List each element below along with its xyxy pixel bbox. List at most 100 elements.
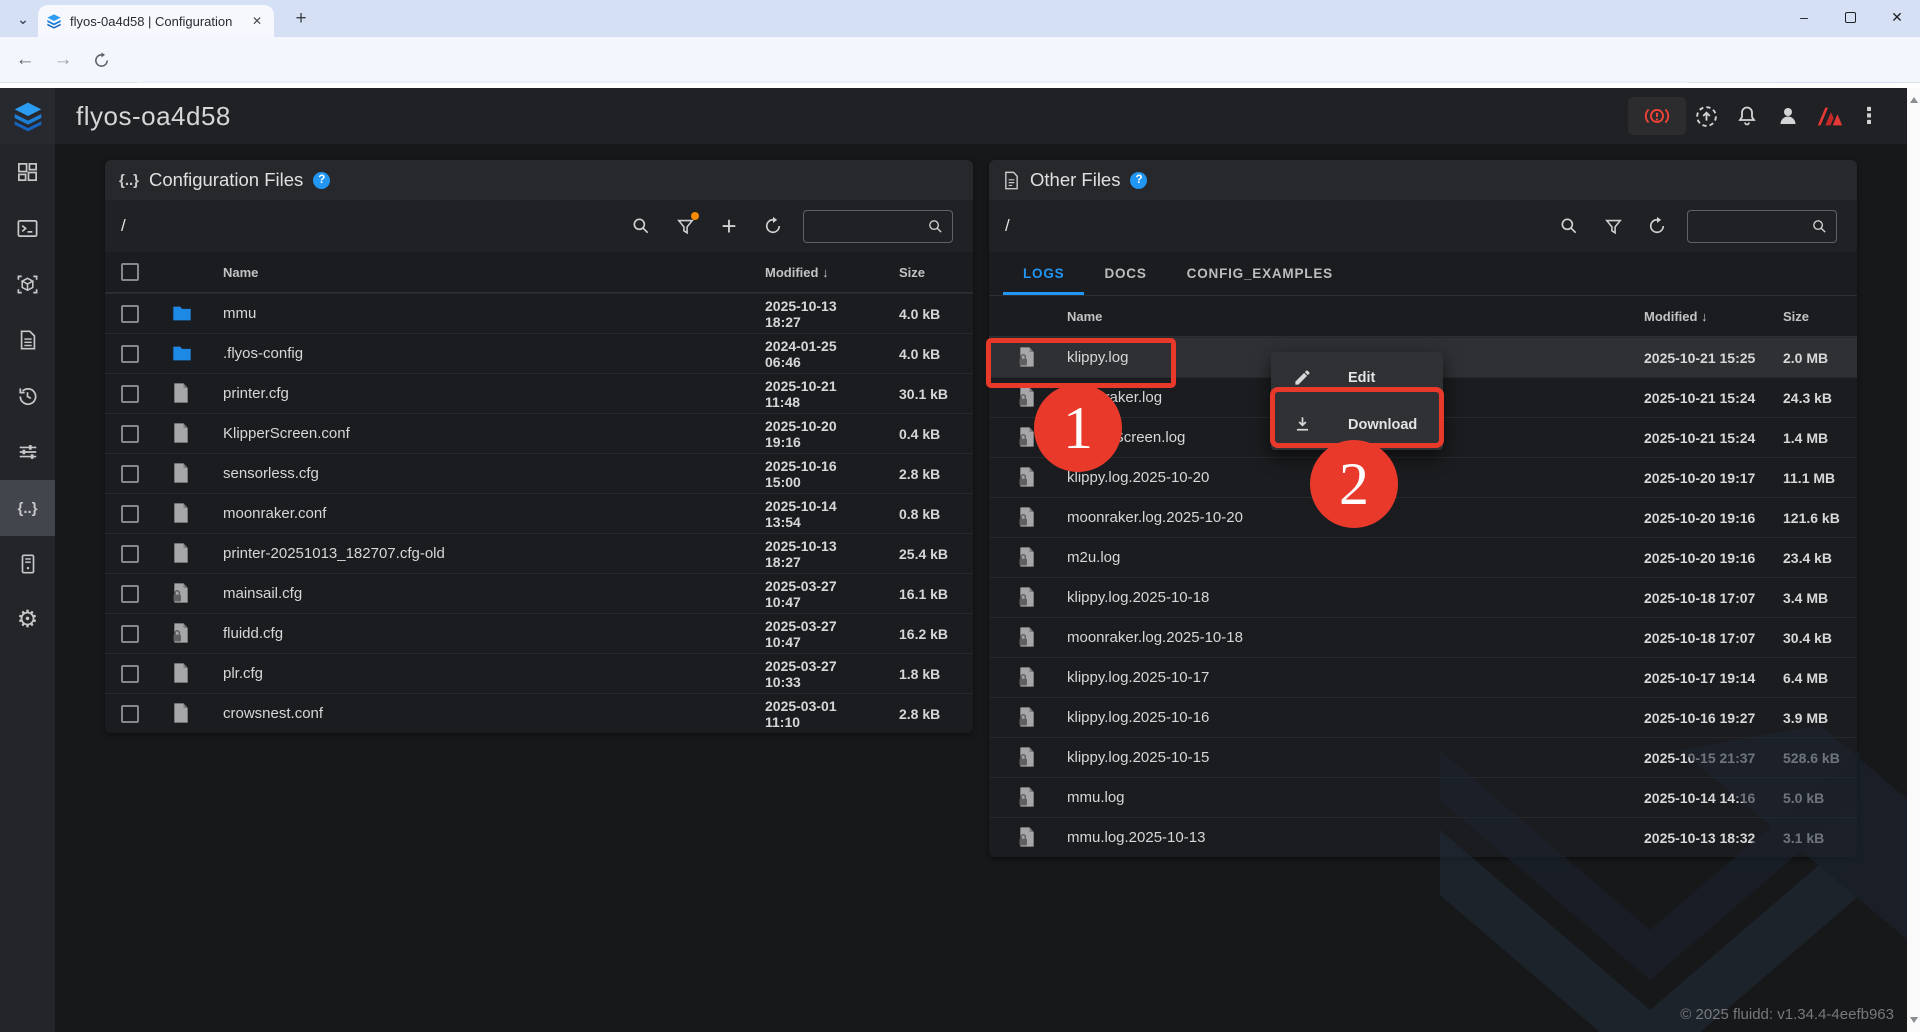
- other-files-header: Other Files ?: [989, 160, 1857, 200]
- bell-icon: [1735, 104, 1759, 128]
- tab-logs[interactable]: LOGS: [1003, 251, 1084, 295]
- file-modified: 2025-10-14 13:54: [765, 498, 875, 530]
- table-row[interactable]: klippy.log.2025-10-20 2025-10-20 19:17 1…: [989, 457, 1857, 497]
- app-logo[interactable]: [0, 88, 55, 144]
- file-size: 3.4 MB: [1759, 590, 1843, 606]
- column-modified[interactable]: Modified ↓: [1644, 309, 1759, 324]
- window-close-button[interactable]: ✕: [1874, 0, 1920, 34]
- refresh-button[interactable]: [1645, 214, 1669, 238]
- scroll-down-arrow[interactable]: [1910, 1017, 1918, 1023]
- table-row[interactable]: mmu 2025-10-13 18:27 4.0 kB: [105, 293, 973, 333]
- select-all-checkbox[interactable]: [121, 263, 139, 281]
- column-modified[interactable]: Modified ↓: [765, 265, 875, 280]
- table-row[interactable]: sensorless.cfg 2025-10-16 15:00 2.8 kB: [105, 453, 973, 493]
- file-modified: 2025-03-27 10:47: [765, 578, 875, 610]
- sidebar-item-gcode-preview[interactable]: [0, 256, 55, 312]
- breadcrumb[interactable]: /: [1005, 216, 1010, 236]
- annotation-marker-2: 2: [1310, 440, 1398, 528]
- sort-down-icon: ↓: [1701, 309, 1708, 324]
- annotation-box-klippy-log: [986, 338, 1176, 388]
- tab-close-icon[interactable]: ✕: [248, 14, 266, 28]
- window-maximize-button[interactable]: [1827, 0, 1873, 34]
- file-type-icon: [1017, 506, 1039, 530]
- row-checkbox[interactable]: [121, 585, 139, 603]
- sidebar-item-dashboard[interactable]: [0, 144, 55, 200]
- page-scrollbar[interactable]: [1907, 88, 1920, 1032]
- row-checkbox[interactable]: [121, 505, 139, 523]
- upload-locate-button[interactable]: [1689, 101, 1723, 131]
- table-row[interactable]: moonraker.log.2025-10-20 2025-10-20 19:1…: [989, 497, 1857, 537]
- new-tab-button[interactable]: +: [288, 6, 314, 32]
- sidebar-item-tune[interactable]: [0, 424, 55, 480]
- refresh-icon: [763, 216, 783, 236]
- sidebar-item-jobs[interactable]: [0, 312, 55, 368]
- table-row[interactable]: klippy.log.2025-10-18 2025-10-18 17:07 3…: [989, 577, 1857, 617]
- column-name[interactable]: Name: [223, 265, 765, 280]
- row-checkbox[interactable]: [121, 385, 139, 403]
- sidebar-item-system[interactable]: [0, 536, 55, 592]
- table-row[interactable]: crowsnest.conf 2025-03-01 11:10 2.8 kB: [105, 693, 973, 733]
- tab-search-button[interactable]: ⌄: [10, 6, 36, 32]
- help-icon[interactable]: ?: [313, 172, 330, 189]
- table-row[interactable]: plr.cfg 2025-03-27 10:33 1.8 kB: [105, 653, 973, 693]
- back-button[interactable]: ←: [12, 47, 38, 73]
- search-button[interactable]: [629, 214, 653, 238]
- brand-logo[interactable]: [1812, 101, 1846, 131]
- reload-button[interactable]: [88, 47, 114, 73]
- add-file-button[interactable]: +: [717, 214, 741, 238]
- table-row[interactable]: .flyos-config 2024-01-25 06:46 4.0 kB: [105, 333, 973, 373]
- tab-docs[interactable]: DOCS: [1084, 251, 1166, 295]
- breadcrumb[interactable]: /: [121, 216, 126, 236]
- row-checkbox[interactable]: [121, 705, 139, 723]
- search-button[interactable]: [1557, 214, 1581, 238]
- sidebar-item-console[interactable]: [0, 200, 55, 256]
- sidebar-item-history[interactable]: [0, 368, 55, 424]
- column-name[interactable]: Name: [1067, 309, 1644, 324]
- window-minimize-button[interactable]: –: [1781, 0, 1827, 34]
- table-row[interactable]: fluidd.cfg 2025-03-27 10:47 16.2 kB: [105, 613, 973, 653]
- forward-button[interactable]: →: [50, 47, 76, 73]
- row-checkbox[interactable]: [121, 625, 139, 643]
- emergency-stop-button[interactable]: [1628, 97, 1686, 135]
- filter-button[interactable]: [673, 214, 697, 238]
- row-checkbox[interactable]: [121, 545, 139, 563]
- row-checkbox[interactable]: [121, 665, 139, 683]
- table-row[interactable]: printer-20251013_182707.cfg-old 2025-10-…: [105, 533, 973, 573]
- filter-button[interactable]: [1601, 214, 1625, 238]
- column-size[interactable]: Size: [875, 265, 959, 280]
- search-icon: [927, 218, 944, 235]
- tab-config-examples[interactable]: CONFIG_EXAMPLES: [1167, 251, 1353, 295]
- row-checkbox[interactable]: [121, 465, 139, 483]
- sidebar-item-configuration[interactable]: {..}: [0, 480, 55, 536]
- file-search-input[interactable]: [1687, 210, 1837, 243]
- row-checkbox[interactable]: [121, 345, 139, 363]
- row-checkbox[interactable]: [121, 425, 139, 443]
- scroll-up-arrow[interactable]: [1910, 97, 1918, 103]
- file-type-icon: [1017, 746, 1039, 770]
- user-button[interactable]: [1771, 101, 1805, 131]
- browser-tab[interactable]: flyos-0a4d58 | Configuration ✕: [38, 5, 274, 37]
- table-row[interactable]: moonraker.conf 2025-10-14 13:54 0.8 kB: [105, 493, 973, 533]
- sidebar-item-settings[interactable]: ⚙: [0, 592, 55, 648]
- file-search-input[interactable]: [803, 210, 953, 243]
- configuration-files-toolbar: / +: [105, 200, 973, 252]
- file-type-icon: [1017, 666, 1039, 690]
- app-menu-button[interactable]: ⋮: [1852, 101, 1886, 131]
- table-row[interactable]: printer.cfg 2025-10-21 11:48 30.1 kB: [105, 373, 973, 413]
- table-row[interactable]: moonraker.log.2025-10-18 2025-10-18 17:0…: [989, 617, 1857, 657]
- notifications-button[interactable]: [1730, 101, 1764, 131]
- file-type-icon: [171, 462, 193, 486]
- row-checkbox[interactable]: [121, 305, 139, 323]
- table-row[interactable]: mainsail.cfg 2025-03-27 10:47 16.1 kB: [105, 573, 973, 613]
- file-type-icon: [171, 502, 193, 526]
- fluidd-favicon: [46, 13, 62, 29]
- file-name: plr.cfg: [223, 665, 765, 682]
- refresh-button[interactable]: [761, 214, 785, 238]
- help-icon[interactable]: ?: [1130, 172, 1147, 189]
- table-row[interactable]: KlipperScreen.conf 2025-10-20 19:16 0.4 …: [105, 413, 973, 453]
- column-size[interactable]: Size: [1759, 309, 1843, 324]
- file-modified: 2025-10-20 19:16: [765, 418, 875, 450]
- table-row[interactable]: m2u.log 2025-10-20 19:16 23.4 kB: [989, 537, 1857, 577]
- file-type-icon: [171, 702, 193, 726]
- gcode-preview-icon: [16, 273, 39, 296]
